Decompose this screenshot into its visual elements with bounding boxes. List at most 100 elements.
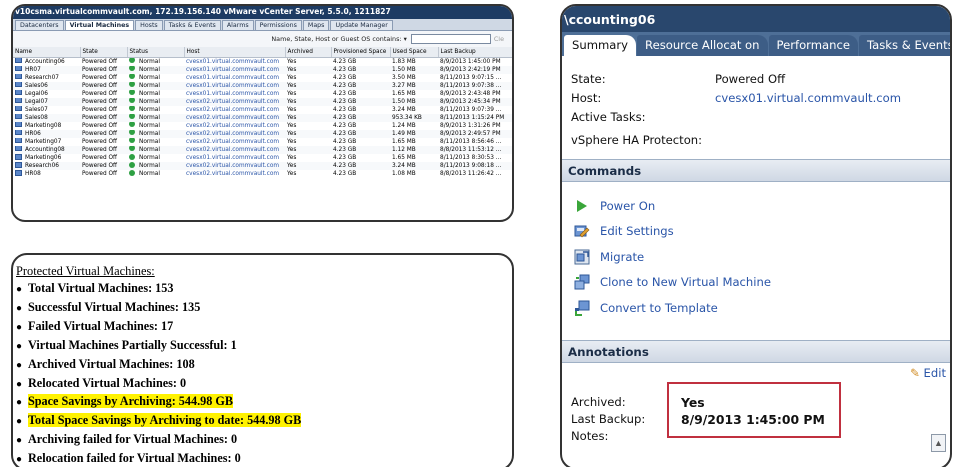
table-row[interactable]: Marketing06 Powered Off Normal cvesx01.virt… — [13, 154, 512, 162]
report-item: ● Relocation failed for Virtual Machines:… — [16, 450, 512, 467]
table-row[interactable]: HR08 Powered Off Normal cvesx02.virtual.com… — [13, 170, 512, 178]
vm-used-cell: 1.65 MB — [390, 138, 438, 146]
vm-summary-title: \ccounting06 — [562, 6, 950, 32]
table-row[interactable]: Legal06 Powered Off Normal cvesx01.virtual.… — [13, 89, 512, 98]
vm-icon — [15, 105, 22, 112]
vm-host-text[interactable]: cvesx01.virtual.commvault.com — [186, 75, 279, 81]
vm-status-cell: Normal — [127, 145, 184, 155]
table-row[interactable]: Marketing07 Powered Off Normal cvesx02.virt… — [13, 137, 512, 146]
tab-virtual-machines[interactable]: Virtual Machines — [64, 20, 135, 30]
tab-tasks-events[interactable]: Tasks & Events — [163, 20, 221, 30]
ha-protection-row: vSphere HA Protecton: — [562, 133, 950, 152]
col-state[interactable]: State — [80, 47, 128, 58]
vm-host-text[interactable]: cvesx02.virtual.commvault.com — [186, 147, 279, 153]
table-row[interactable]: Marketing08 Powered Off Normal cvesx02.virt… — [13, 121, 512, 130]
col-provisioned-space[interactable]: Provisioned Space — [331, 47, 391, 58]
vsphere-titlebar: v10csma.virtualcommvault.com, 172.19.156… — [13, 6, 512, 19]
col-host[interactable]: Host — [184, 47, 286, 58]
vm-provisioned-text: 4.23 GB — [333, 74, 357, 81]
clone-command[interactable]: Clone to New Virtual Machine — [562, 270, 950, 296]
vm-status-text: Normal — [139, 106, 160, 113]
col-last-backup[interactable]: Last Backup — [438, 47, 512, 58]
col-used-space[interactable]: Used Space — [390, 47, 439, 58]
table-row[interactable]: Sales06 Powered Off Normal cvesx01.virtual.… — [13, 81, 512, 90]
vm-host-text[interactable]: cvesx02.virtual.commvault.com — [186, 139, 279, 145]
vm-host-cell: cvesx02.virtual.commvault.com — [184, 138, 285, 146]
vm-host-text[interactable]: cvesx01.virtual.commvault.com — [186, 83, 279, 89]
bullet-icon: ● — [16, 435, 23, 447]
vm-state-text: Powered Off — [82, 58, 118, 65]
vm-provisioned-text: 4.23 GB — [333, 82, 357, 89]
tab-datacenters[interactable]: Datacenters — [15, 20, 64, 30]
vm-status-text: Normal — [139, 90, 160, 97]
tab-hosts[interactable]: Hosts — [135, 20, 163, 30]
vm-host-text[interactable]: cvesx02.virtual.commvault.com — [186, 115, 279, 121]
tab-permissions[interactable]: Permissions — [254, 20, 302, 30]
vm-icon — [15, 89, 22, 96]
vm-used-cell: 1.24 MB — [390, 122, 438, 130]
vm-host-cell: cvesx02.virtual.commvault.com — [184, 106, 285, 114]
report-item-text: Relocation failed for Virtual Machines: … — [28, 451, 241, 466]
vm-host-text[interactable]: cvesx02.virtual.commvault.com — [186, 99, 279, 105]
report-item: ● Failed Virtual Machines: 17 — [16, 318, 512, 337]
vm-icon — [15, 97, 22, 104]
status-ok-icon — [129, 113, 135, 120]
tab-summary[interactable]: Summary — [564, 35, 637, 56]
filter-clear-link[interactable]: Cle — [494, 35, 504, 43]
tab-update-manager[interactable]: Update Manager — [330, 20, 393, 30]
table-row[interactable]: HR07 Powered Off Normal cvesx01.virtual.com… — [13, 65, 512, 74]
status-ok-icon — [129, 170, 135, 176]
filter-label[interactable]: Name, State, Host or Guest OS contains: … — [271, 35, 406, 43]
vm-archived-cell: Yes — [285, 154, 331, 162]
table-row[interactable]: Sales07 Powered Off Normal cvesx02.virtual.… — [13, 105, 512, 114]
tab-resource-allocation[interactable]: Resource Allocat on — [637, 35, 768, 56]
table-row[interactable]: Sales08 Powered Off Normal cvesx02.virtual.… — [13, 113, 512, 122]
status-ok-icon — [129, 57, 135, 63]
vm-state-cell: Powered Off — [80, 113, 127, 122]
col-status[interactable]: Status — [127, 47, 185, 58]
vm-name-text: Legal06 — [25, 90, 48, 97]
vm-host-text[interactable]: cvesx02.virtual.commvault.com — [186, 171, 279, 177]
vm-host-text[interactable]: cvesx02.virtual.commvault.com — [186, 107, 279, 113]
table-row[interactable]: Accounting06 Powered Off Normal cvesx01.vir… — [13, 57, 512, 66]
vm-provisioned-cell: 4.23 GB — [331, 138, 390, 146]
vm-host-text[interactable]: cvesx02.virtual.commvault.com — [186, 123, 279, 129]
state-value: Powered Off — [715, 72, 786, 86]
status-ok-icon — [129, 73, 135, 80]
vm-used-text: 953.34 KB — [392, 114, 422, 121]
table-row[interactable]: Research06 Powered Off Normal cvesx02.virtu… — [13, 162, 512, 171]
power-on-command[interactable]: Power On — [562, 193, 950, 219]
vm-icon — [15, 129, 22, 136]
vm-host-text[interactable]: cvesx02.virtual.commvault.com — [186, 163, 279, 169]
table-row[interactable]: Research07 Powered Off Normal cvesx01.virtu… — [13, 73, 512, 82]
migrate-command[interactable]: Migrate — [562, 244, 950, 270]
tab-tasks-events[interactable]: Tasks & Events — [858, 35, 950, 56]
tab-performance[interactable]: Performance — [768, 35, 858, 56]
vm-name-cell: Accounting06 — [13, 57, 80, 66]
col-name[interactable]: Name — [13, 47, 81, 58]
tab-maps[interactable]: Maps — [302, 20, 330, 30]
host-link[interactable]: cvesx01.virtual.commvault.com — [715, 91, 901, 105]
summary-tab-strip: Summary Resource Allocat on Performance … — [562, 32, 950, 56]
vm-name-text: Marketing07 — [25, 138, 62, 145]
edit-annotations-link[interactable]: ✎ Edit — [910, 366, 946, 380]
vm-status-cell: Normal — [127, 57, 184, 66]
vm-host-text[interactable]: cvesx01.virtual.commvault.com — [186, 67, 279, 73]
vm-last-backup-text: 8/8/2013 11:26:42 ... — [440, 171, 502, 178]
vm-name-cell: Marketing06 — [13, 154, 80, 162]
table-row[interactable]: Accounting08 Powered Off Normal cvesx02.vir… — [13, 145, 512, 155]
notes-scroll-up-button[interactable]: ▲ — [931, 434, 946, 452]
convert-template-command[interactable]: Convert to Template — [562, 295, 950, 321]
filter-input[interactable] — [410, 34, 491, 44]
table-row[interactable]: HR06 Powered Off Normal cvesx02.virtual.com… — [13, 129, 512, 138]
col-archived[interactable]: Archived — [285, 47, 332, 58]
tab-alarms[interactable]: Alarms — [221, 20, 254, 30]
vm-state-cell: Powered Off — [80, 106, 127, 114]
vm-host-text[interactable]: cvesx01.virtual.commvault.com — [186, 59, 279, 65]
vm-host-text[interactable]: cvesx02.virtual.commvault.com — [186, 131, 279, 137]
vm-host-text[interactable]: cvesx01.virtual.commvault.com — [186, 155, 279, 161]
edit-settings-command[interactable]: Edit Settings — [562, 219, 950, 245]
vm-host-text[interactable]: cvesx01.virtual.commvault.com — [186, 91, 279, 97]
table-row[interactable]: Legal07 Powered Off Normal cvesx02.virtual.… — [13, 97, 512, 106]
vm-used-cell: 1.65 MB — [390, 154, 438, 162]
